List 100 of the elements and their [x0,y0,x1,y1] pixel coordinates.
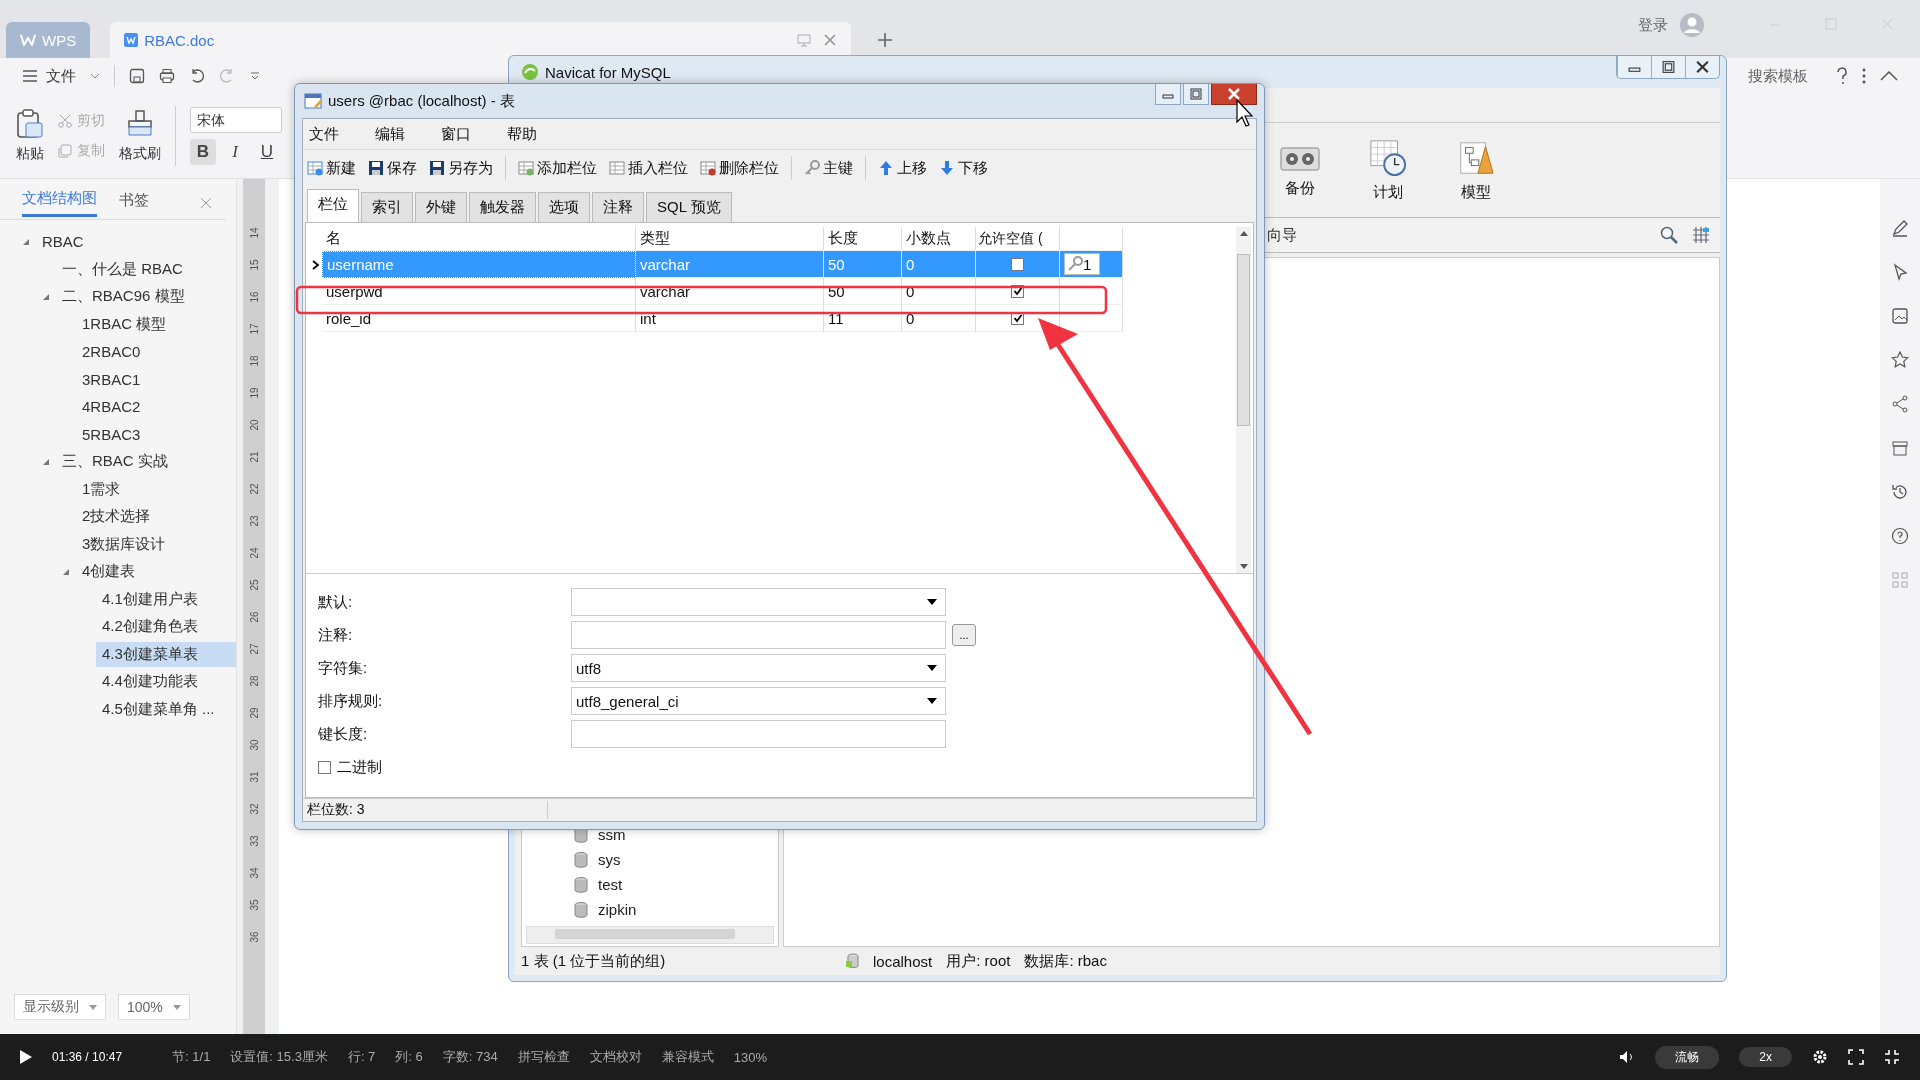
search-icon[interactable] [1660,226,1678,244]
panel-tab[interactable]: 书签 [119,190,149,216]
share-icon[interactable] [1891,395,1909,413]
tab[interactable]: 选项 [538,192,590,222]
outline-item[interactable]: 2技术选择 [76,504,157,530]
database-item[interactable]: test [598,876,623,893]
format-button[interactable]: U [254,139,280,165]
toolbar-button[interactable]: 删除栏位 [700,158,779,178]
tab[interactable]: 触发器 [469,192,536,222]
help-icon[interactable] [1891,527,1909,545]
minimize-icon[interactable] [1155,84,1181,105]
archive-icon[interactable] [1891,439,1909,457]
toolbar-button[interactable]: 添加栏位 [518,158,597,178]
expand-triangle-icon[interactable] [42,292,50,301]
outline-item[interactable]: 1RBAC 模型 [76,311,173,337]
more-button[interactable]: ... [952,624,976,646]
menu-item[interactable]: 帮助 [507,124,537,144]
toolbar-button[interactable]: 模型 [1451,138,1501,202]
dropdown-field[interactable]: utf8_general_ci [571,687,946,715]
vertical-scrollbar[interactable] [1236,227,1251,573]
help-icon[interactable] [1836,67,1848,85]
outline-item[interactable]: RBAC [36,230,90,254]
more-options-icon[interactable] [1862,68,1866,84]
outline-item[interactable]: 3RBAC1 [76,367,147,391]
outline-item[interactable]: 4RBAC2 [76,395,147,419]
tab[interactable]: 注释 [592,192,644,222]
zoom-dropdown[interactable]: 100% [118,994,190,1020]
checkbox[interactable] [1011,257,1024,271]
tab[interactable]: 索引 [361,192,413,222]
print-icon[interactable] [159,68,175,84]
dropdown-field[interactable] [571,588,946,616]
chevron-down-icon[interactable] [90,73,100,79]
tab[interactable]: SQL 预览 [646,192,732,222]
toolbar-button[interactable]: 计划 [1363,138,1413,202]
input-field[interactable] [571,621,946,649]
undo-icon[interactable] [189,68,205,84]
expand-triangle-icon[interactable] [42,457,50,466]
scroll-up-icon[interactable] [1239,231,1248,236]
save-icon[interactable] [129,68,145,84]
outline-item[interactable]: 三、RBAC 实战 [56,449,174,475]
outline-item[interactable]: 4.2创建角色表 [96,614,204,640]
database-item[interactable]: ssm [598,826,626,843]
table-row[interactable]: username varchar 50 0 1 [310,251,1236,278]
close-icon[interactable] [1211,84,1257,105]
outline-item[interactable]: 4.1创建用户表 [96,586,204,612]
outline-item[interactable]: 5RBAC3 [76,422,147,446]
more-icon[interactable] [249,70,261,82]
toolbar-button[interactable]: 下移 [939,158,988,178]
menu-item[interactable]: 窗口 [441,124,471,144]
paste-button[interactable]: 粘贴 [16,109,44,163]
pen-icon[interactable] [1891,219,1909,237]
tab[interactable]: 栏位 [307,189,359,222]
panel-tab[interactable]: 文档结构图 [22,189,97,217]
checkbox[interactable] [318,760,331,774]
settings-icon[interactable] [1812,1049,1828,1065]
outline-item[interactable]: 二、RBAC96 模型 [56,284,191,310]
new-tab-icon[interactable] [877,32,894,48]
collapse-icon[interactable] [1880,71,1898,81]
star-icon[interactable] [1891,351,1909,369]
exit-fullscreen-icon[interactable] [1884,1049,1900,1065]
outline-item[interactable]: 2RBAC0 [76,340,147,364]
menu-icon[interactable] [22,69,38,83]
database-item[interactable]: zipkin [598,901,637,918]
format-painter-button[interactable]: 格式刷 [119,109,161,163]
outline-item[interactable]: 4创建表 [76,559,142,585]
outline-item[interactable]: 一、什么是 RBAC [56,256,189,282]
tab[interactable]: 外键 [415,192,467,222]
toolbar-button[interactable]: 插入栏位 [609,158,688,178]
file-menu[interactable]: 文件 [46,66,76,86]
outline-item[interactable]: 1需求 [76,476,127,502]
outline-item[interactable]: 4.3创建菜单表 [96,641,236,667]
database-item[interactable]: sys [598,851,621,868]
fullscreen-icon[interactable] [1848,1049,1864,1065]
expand-triangle-icon[interactable] [62,567,70,576]
toolbar-button[interactable]: 新建 [307,158,356,178]
display-level-dropdown[interactable]: 显示级别 [14,994,106,1020]
login-link[interactable]: 登录 [1638,15,1668,35]
toolbar-button[interactable]: 主键 [804,158,853,178]
play-icon[interactable] [20,1050,32,1064]
quality-button[interactable]: 流畅 [1655,1045,1720,1069]
format-button[interactable]: B [190,139,216,165]
font-field[interactable]: 宋体 [190,107,282,133]
speed-button[interactable]: 2x [1739,1047,1792,1067]
grid-view-icon[interactable] [1692,226,1710,244]
outline-item[interactable]: 4.4创建功能表 [96,669,204,695]
toolbar-button[interactable]: 备份 [1275,142,1325,198]
toolbar-button[interactable]: 上移 [878,158,927,178]
dropdown-field[interactable]: utf8 [571,654,946,682]
input-field[interactable] [571,720,946,748]
outline-item[interactable]: 3数据库设计 [76,531,172,557]
search-templates-link[interactable]: 搜索模板 [1748,66,1808,86]
image-icon[interactable] [1891,307,1909,325]
menu-item[interactable]: 文件 [309,124,339,144]
format-button[interactable]: I [222,139,248,165]
expand-triangle-icon[interactable] [22,237,30,246]
horizontal-scrollbar[interactable] [526,926,774,944]
history-icon[interactable] [1891,483,1909,501]
cursor-icon[interactable] [1891,263,1909,281]
toolbar-button[interactable]: 保存 [368,158,417,178]
menu-item[interactable]: 编辑 [375,124,405,144]
